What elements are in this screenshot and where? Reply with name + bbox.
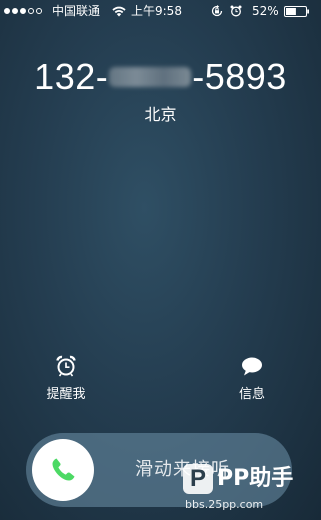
pp-assistant-watermark: P PP助手 bbs.25pp.com xyxy=(183,462,317,518)
battery-icon xyxy=(284,6,309,17)
watermark-brand: PP助手 xyxy=(217,466,294,491)
signal-dot xyxy=(28,8,34,14)
alarm-icon xyxy=(230,5,242,17)
answer-handle[interactable] xyxy=(32,439,94,501)
message-label: 信息 xyxy=(238,387,265,402)
status-time: 上午9:58 xyxy=(131,4,182,18)
signal-dot xyxy=(36,8,42,14)
phone-icon xyxy=(52,458,75,481)
message-button[interactable]: 信息 xyxy=(217,355,287,402)
caller-number: 132- -5893 xyxy=(0,52,321,98)
rotation-lock-icon xyxy=(211,5,223,17)
signal-dot xyxy=(12,8,18,14)
signal-dot xyxy=(4,8,10,14)
caller-number-suffix: -5893 xyxy=(192,56,287,98)
carrier-name: 中国联通 xyxy=(52,4,101,18)
caller-number-prefix: 132- xyxy=(34,56,109,98)
pp-logo: P xyxy=(183,464,213,494)
signal-dot xyxy=(20,8,26,14)
redacted-digits xyxy=(109,67,192,88)
speech-bubble-icon xyxy=(242,357,262,376)
remind-me-button[interactable]: 提醒我 xyxy=(31,355,101,402)
watermark-url: bbs.25pp.com xyxy=(185,498,264,511)
remind-me-label: 提醒我 xyxy=(46,387,86,402)
wifi-icon xyxy=(112,6,126,17)
battery-percentage: 52% xyxy=(252,4,279,18)
status-bar: 中国联通 上午9:58 52% xyxy=(0,0,321,22)
signal-strength-icon xyxy=(4,8,42,15)
alarm-clock-icon xyxy=(56,355,76,377)
caller-location: 北京 xyxy=(144,105,177,124)
